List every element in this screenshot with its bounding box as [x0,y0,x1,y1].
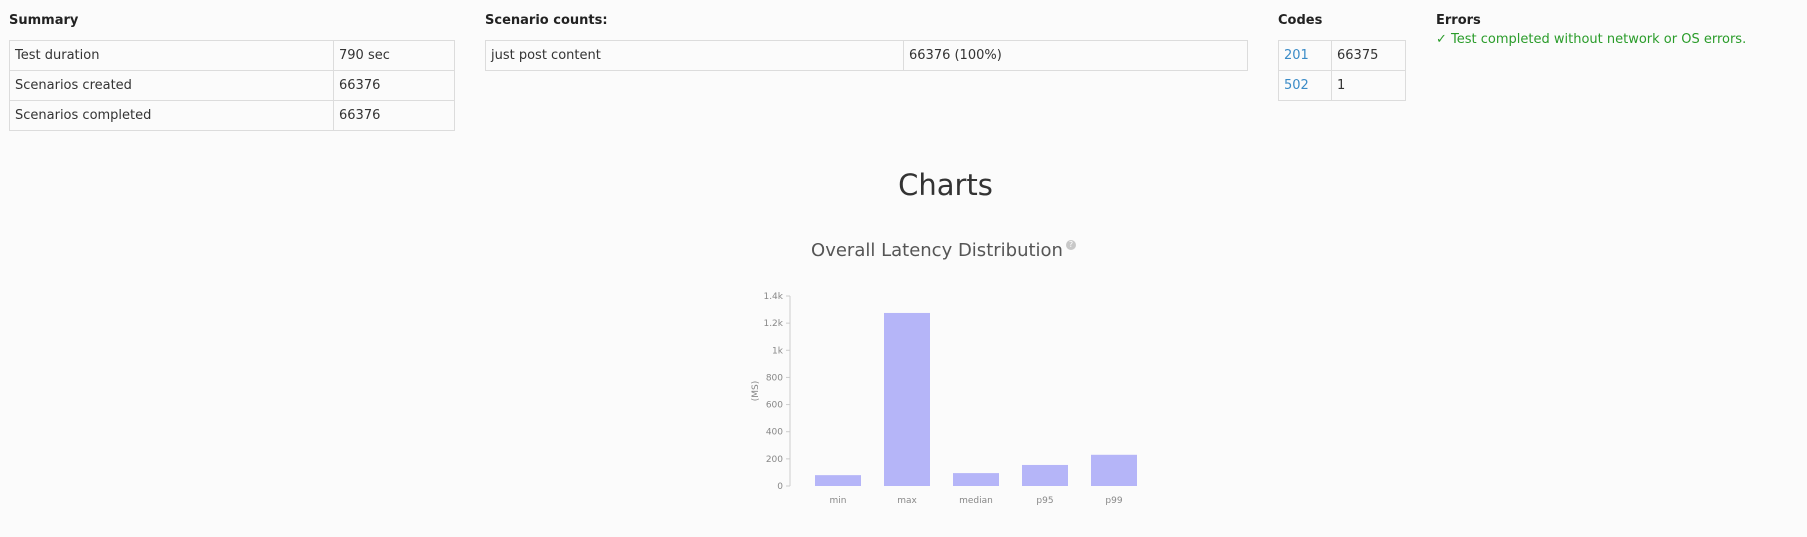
status-count: 1 [1331,70,1406,101]
chart-title: Overall Latency Distribution [811,240,1063,261]
scenario-counts-heading: Scenario counts: [485,13,608,28]
y-tick-label: 800 [766,373,783,383]
status-count: 66375 [1331,40,1406,71]
scenario-value: 66376 (100%) [903,40,1248,71]
y-axis-label: (MS) [751,381,761,402]
summary-value: 790 sec [333,40,455,71]
summary-label: Test duration [9,40,334,71]
x-tick-label: p99 [1105,496,1122,506]
table-row: 201 66375 [1278,40,1406,71]
y-tick-label: 200 [766,455,783,465]
bar-p95 [1022,464,1068,486]
status-code-link[interactable]: 502 [1284,78,1309,93]
codes-heading: Codes [1278,13,1323,28]
errors-section: Errors ✓ Test completed without network … [1436,12,1776,47]
y-tick-label: 0 [777,482,783,492]
y-tick-label: 600 [766,401,783,411]
charts-heading: Charts [898,168,993,202]
bar-max [884,312,930,486]
table-row: 502 1 [1278,70,1406,101]
scenario-label: just post content [485,40,904,71]
codes-table: 201 66375 502 1 [1278,40,1406,101]
errors-heading: Errors [1436,13,1481,28]
status-code-link[interactable]: 201 [1284,48,1309,63]
table-row: Scenarios created 66376 [9,70,455,101]
y-tick-label: 1.4k [763,292,783,302]
summary-label: Scenarios completed [9,100,334,131]
summary-label: Scenarios created [9,70,334,101]
x-tick-label: max [897,496,917,506]
y-tick-label: 1.2k [763,319,783,329]
bar-median [953,473,999,486]
table-row: Scenarios completed 66376 [9,100,455,131]
errors-message: ✓ Test completed without network or OS e… [1436,32,1747,47]
x-tick-label: median [959,496,993,506]
status-code-cell[interactable]: 502 [1278,70,1332,101]
question-icon[interactable]: ? [1065,240,1076,250]
bar-min [815,475,861,486]
summary-table: Test duration 790 sec Scenarios created … [9,40,455,131]
scenario-counts-table: just post content 66376 (100%) [485,40,1248,71]
status-code-cell[interactable]: 201 [1278,40,1332,71]
summary-section: Summary Test duration 790 sec Scenarios … [9,12,455,131]
bar-p99 [1091,454,1137,486]
summary-value: 66376 [333,100,455,131]
y-tick-label: 1k [772,346,784,356]
summary-heading: Summary [9,13,79,28]
scenario-counts-section: Scenario counts: just post content 66376… [485,12,1248,71]
codes-section: Codes 201 66375 502 1 [1278,12,1406,101]
table-row: Test duration 790 sec [9,40,455,71]
chart-title-row: Overall Latency Distribution? [0,240,1807,261]
summary-value: 66376 [333,70,455,101]
latency-bar-chart: 0 200 400 600 800 1k 1.2k 1.4k (MS) min max median p… [751,292,1137,506]
x-tick-label: p95 [1036,496,1053,506]
table-row: just post content 66376 (100%) [485,40,1248,71]
x-tick-label: min [830,496,847,506]
y-tick-label: 400 [766,428,783,438]
